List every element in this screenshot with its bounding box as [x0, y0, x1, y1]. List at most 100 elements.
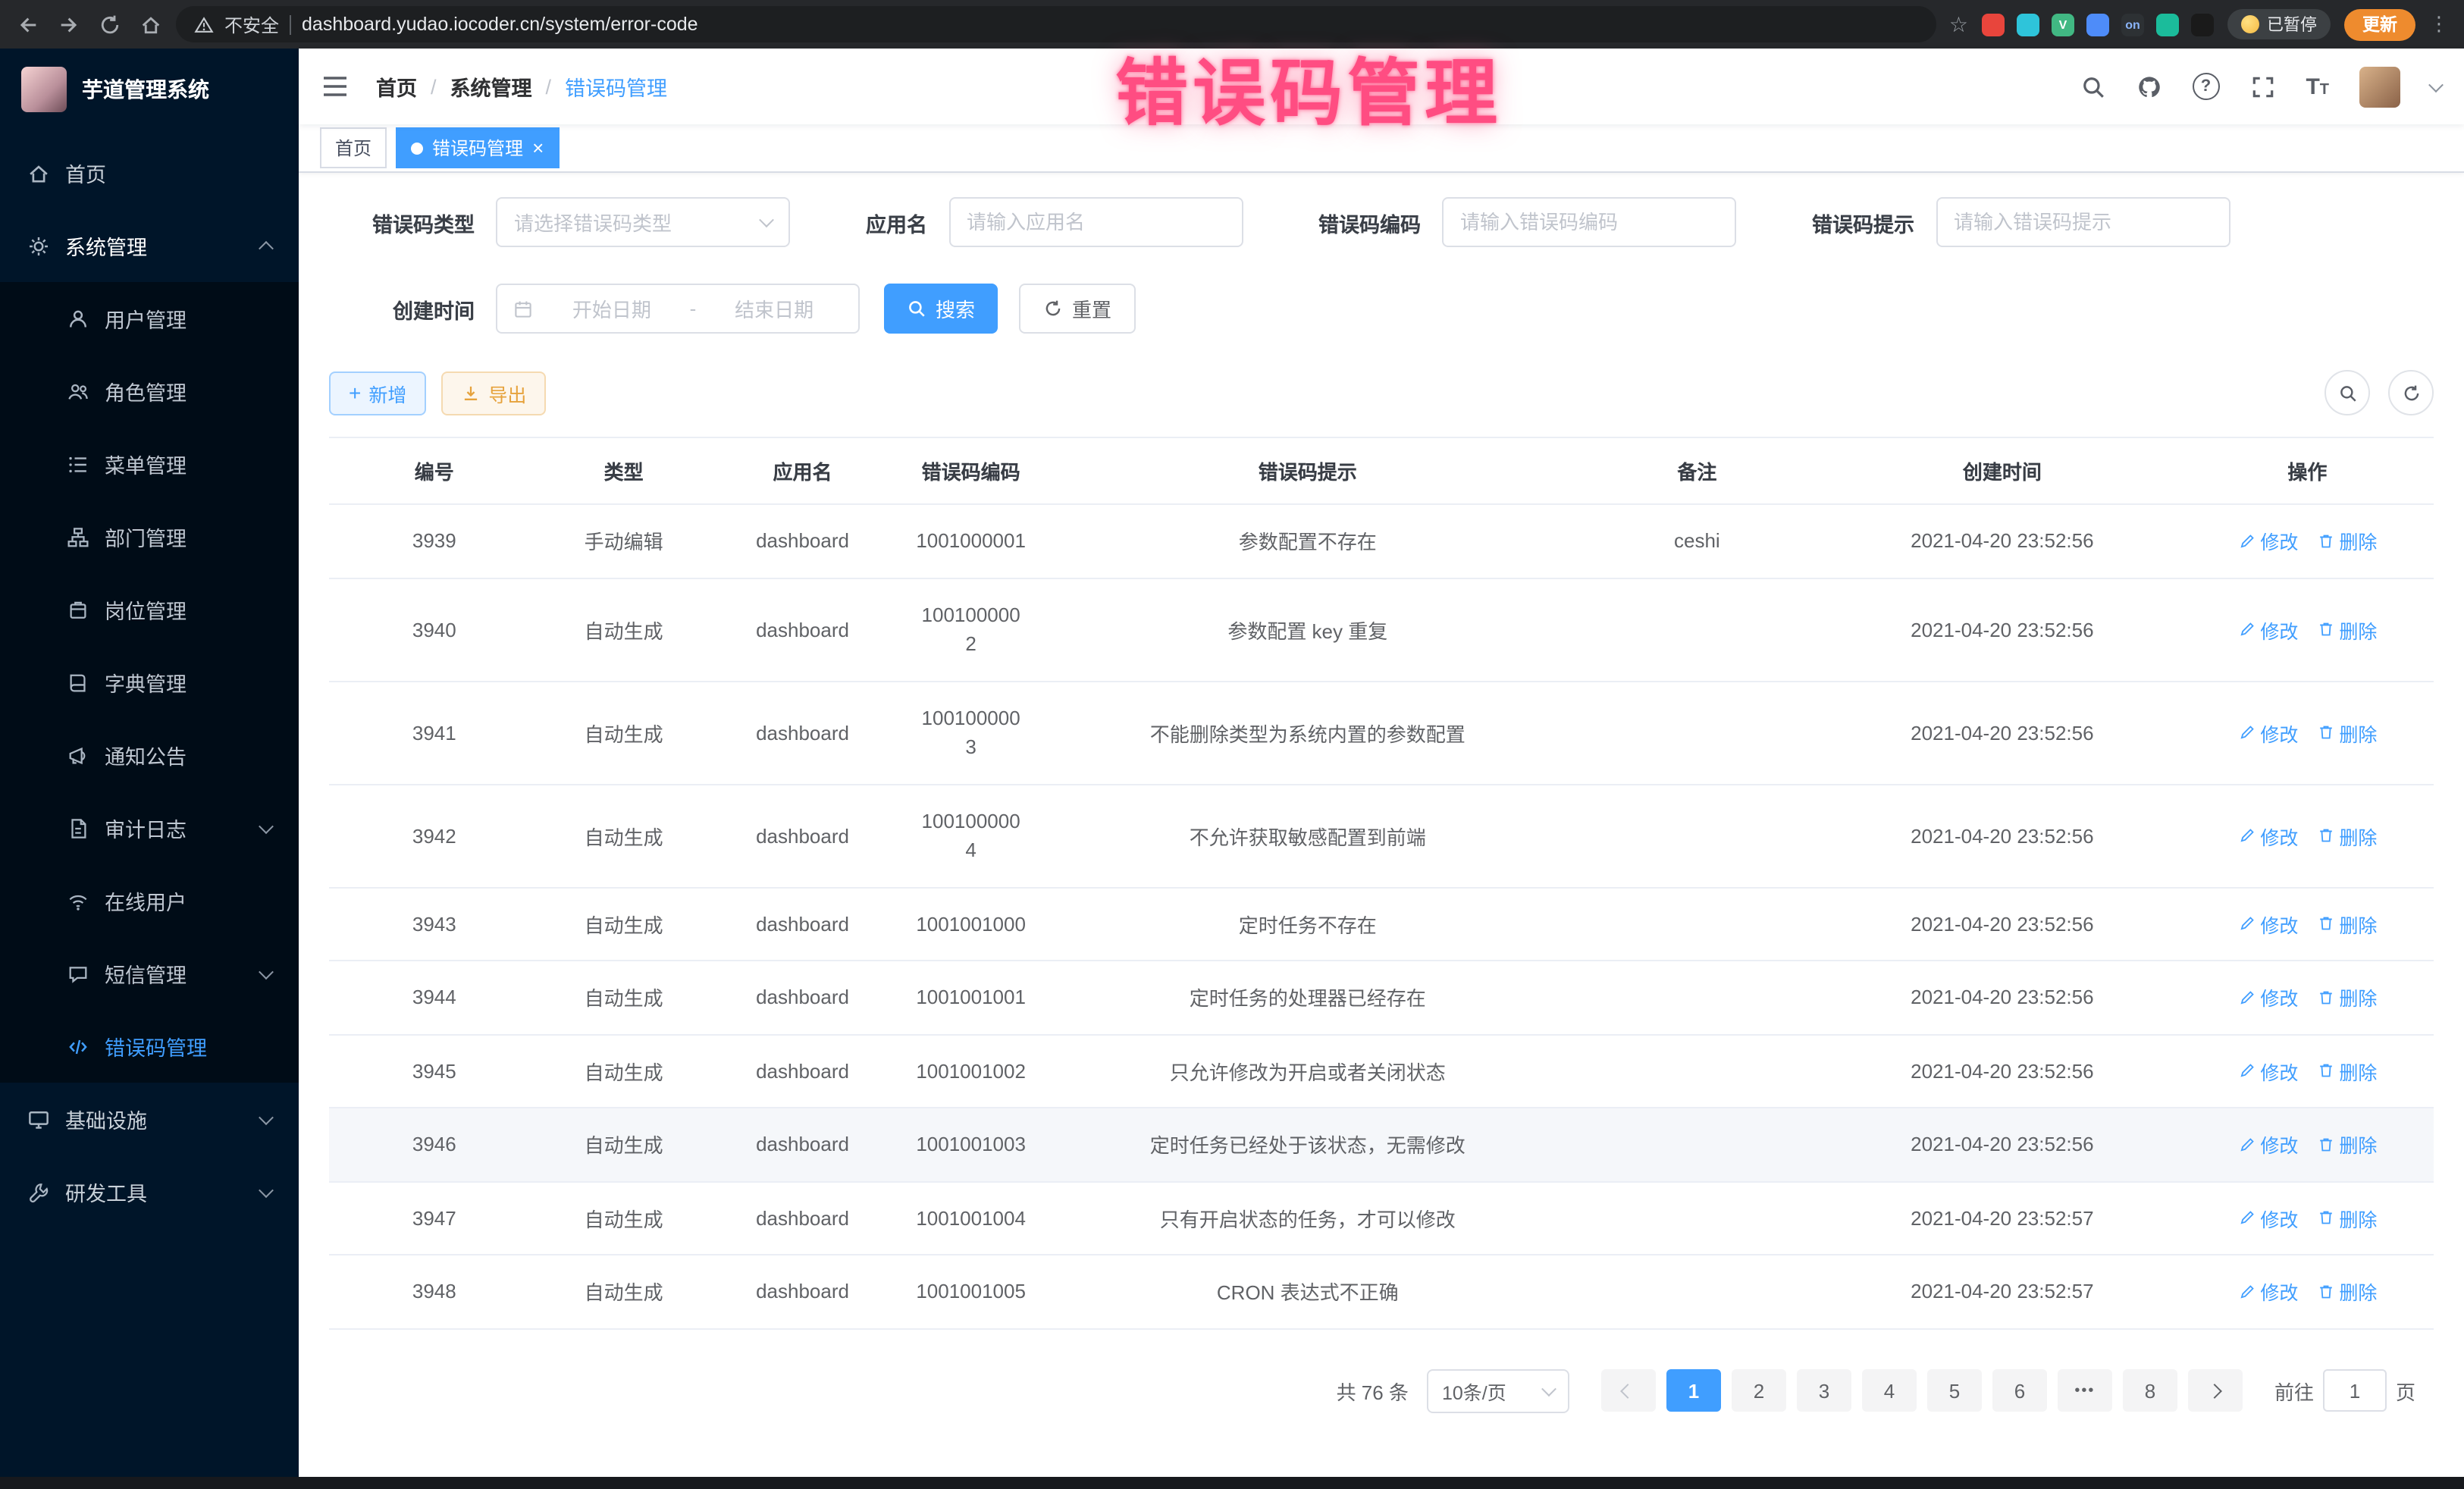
paused-label: 已暂停 [2267, 12, 2317, 36]
paused-profile-chip[interactable]: 已暂停 [2227, 9, 2331, 39]
tab-error-code[interactable]: 错误码管理 × [396, 127, 559, 168]
edit-link[interactable]: 修改 [2237, 1204, 2298, 1233]
table-utility-icons [2324, 370, 2434, 415]
sidebar-item-notice[interactable]: 通知公告 [0, 719, 299, 792]
delete-link[interactable]: 删除 [2316, 1277, 2377, 1306]
sidebar-item-dept-mgmt[interactable]: 部门管理 [0, 500, 299, 573]
browser-home-button[interactable] [138, 11, 164, 37]
delete-link[interactable]: 删除 [2316, 718, 2377, 747]
delete-link[interactable]: 删除 [2316, 910, 2377, 939]
monitor-icon [27, 1108, 50, 1130]
sidebar-item-post-mgmt[interactable]: 岗位管理 [0, 573, 299, 646]
sidebar-item-devtools[interactable]: 研发工具 [0, 1155, 299, 1228]
cell-id: 3940 [329, 578, 540, 681]
delete-link[interactable]: 删除 [2316, 1130, 2377, 1159]
search-icon[interactable] [2080, 74, 2105, 99]
extension-icon-green[interactable] [2156, 13, 2179, 36]
sidebar-item-infra[interactable]: 基础设施 [0, 1083, 299, 1155]
vue-devtools-icon[interactable]: V [2052, 13, 2074, 36]
extension-icon-red[interactable] [1982, 13, 2005, 36]
cell-id: 3939 [329, 504, 540, 578]
error-hint-input[interactable] [1936, 197, 2230, 247]
refresh-icon[interactable] [2388, 370, 2434, 415]
pager-page-5[interactable]: 5 [1927, 1369, 1982, 1412]
main-area: 首页 / 系统管理 / 错误码管理 ? [299, 49, 2464, 1477]
cell-app: dashboard [708, 504, 898, 578]
sidebar-item-system[interactable]: 系统管理 [0, 209, 299, 282]
add-button[interactable]: + 新增 [329, 371, 426, 415]
error-code-input[interactable] [1442, 197, 1736, 247]
sidebar-item-error-code[interactable]: 错误码管理 [0, 1010, 299, 1083]
font-size-icon[interactable]: TT [2306, 75, 2329, 98]
goto-page-input[interactable] [2323, 1369, 2387, 1412]
edit-link[interactable]: 修改 [2237, 1277, 2298, 1306]
pager-page-2[interactable]: 2 [1732, 1369, 1786, 1412]
app-name-input[interactable] [948, 197, 1243, 247]
edit-link[interactable]: 修改 [2237, 615, 2298, 644]
help-icon[interactable]: ? [2192, 73, 2219, 100]
chrome-update-button[interactable]: 更新 [2344, 8, 2415, 40]
fullscreen-icon[interactable] [2249, 74, 2275, 99]
sidebar-item-online-users[interactable]: 在线用户 [0, 864, 299, 937]
edit-link[interactable]: 修改 [2237, 910, 2298, 939]
pager-page-6[interactable]: 6 [1992, 1369, 2047, 1412]
sidebar-item-audit-log[interactable]: 审计日志 [0, 792, 299, 864]
extension-icon-blue[interactable] [2086, 13, 2109, 36]
extension-icon-teal[interactable] [2017, 13, 2039, 36]
next-page-button[interactable] [2188, 1369, 2243, 1412]
cell-ops: 修改删除 [2181, 681, 2434, 784]
pager-page-4[interactable]: 4 [1862, 1369, 1917, 1412]
address-bar[interactable]: 不安全 dashboard.yudao.iocoder.cn/system/er… [176, 6, 1937, 42]
edit-link[interactable]: 修改 [2237, 821, 2298, 850]
chrome-menu-icon[interactable]: ⋮ [2429, 12, 2449, 36]
toggle-search-icon[interactable] [2324, 370, 2370, 415]
edit-link[interactable]: 修改 [2237, 527, 2298, 556]
sidebar-item-home[interactable]: 首页 [0, 136, 299, 209]
pager-more[interactable]: ••• [2058, 1369, 2112, 1412]
edit-link[interactable]: 修改 [2237, 983, 2298, 1012]
chevron-down-icon[interactable] [2428, 77, 2444, 92]
delete-link[interactable]: 删除 [2316, 615, 2377, 644]
sidebar-item-role-mgmt[interactable]: 角色管理 [0, 355, 299, 428]
edit-link[interactable]: 修改 [2237, 1057, 2298, 1086]
extension-icon-dark[interactable]: on [2121, 13, 2144, 36]
breadcrumb-system[interactable]: 系统管理 [450, 71, 532, 102]
reset-button[interactable]: 重置 [1019, 284, 1136, 334]
browser-back-button[interactable] [15, 11, 41, 37]
avatar[interactable] [2359, 66, 2400, 107]
breadcrumb-home[interactable]: 首页 [376, 71, 417, 102]
tab-home[interactable]: 首页 [320, 127, 387, 168]
pager-page-8[interactable]: 8 [2123, 1369, 2177, 1412]
cell-id: 3943 [329, 887, 540, 961]
hamburger-icon[interactable] [321, 74, 349, 99]
table-row: 3940自动生成dashboard100100000 2参数配置 key 重复2… [329, 578, 2434, 681]
edit-link[interactable]: 修改 [2237, 1130, 2298, 1159]
delete-link[interactable]: 删除 [2316, 1057, 2377, 1086]
delete-link[interactable]: 删除 [2316, 821, 2377, 850]
prev-page-button[interactable] [1601, 1369, 1656, 1412]
extension-pin-icon[interactable] [2191, 13, 2214, 36]
search-button[interactable]: 搜索 [884, 284, 998, 334]
sidebar-item-user-mgmt[interactable]: 用户管理 [0, 282, 299, 355]
delete-link[interactable]: 删除 [2316, 1204, 2377, 1233]
browser-reload-button[interactable] [97, 11, 123, 37]
export-button[interactable]: 导出 [441, 371, 546, 415]
cell-id: 3947 [329, 1181, 540, 1255]
delete-link[interactable]: 删除 [2316, 527, 2377, 556]
sidebar-item-sms-mgmt[interactable]: 短信管理 [0, 937, 299, 1010]
pager-page-1[interactable]: 1 [1666, 1369, 1721, 1412]
error-type-select[interactable]: 请选择错误码类型 [496, 197, 790, 247]
sidebar-item-dict-mgmt[interactable]: 字典管理 [0, 646, 299, 719]
error-hint-label: 错误码提示 [1812, 207, 1914, 237]
pager-page-3[interactable]: 3 [1797, 1369, 1851, 1412]
bookmark-star-icon[interactable]: ☆ [1949, 14, 1968, 35]
sidebar-item-menu-mgmt[interactable]: 菜单管理 [0, 428, 299, 500]
github-icon[interactable] [2136, 74, 2161, 99]
delete-link[interactable]: 删除 [2316, 983, 2377, 1012]
browser-forward-button[interactable] [56, 11, 82, 37]
screen: 不安全 dashboard.yudao.iocoder.cn/system/er… [0, 0, 2464, 1489]
page-size-select[interactable]: 10条/页 [1427, 1368, 1569, 1412]
date-range-picker[interactable]: 开始日期 - 结束日期 [496, 284, 860, 334]
close-icon[interactable]: × [532, 138, 544, 158]
edit-link[interactable]: 修改 [2237, 718, 2298, 747]
